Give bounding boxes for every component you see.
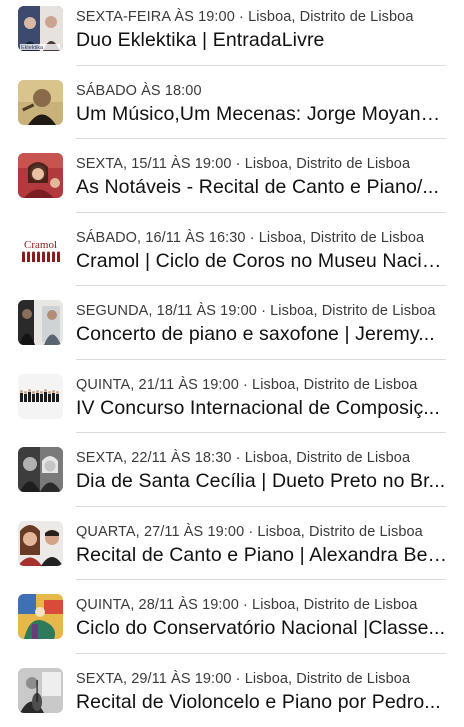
event-list: Eklektika SEXTA-FEIRA ÀS 19:00 · Lisboa,…: [0, 0, 464, 727]
cellist-photo-thumbnail[interactable]: [18, 668, 63, 713]
singer-portrait-thumbnail[interactable]: [18, 153, 63, 198]
event-title[interactable]: Ciclo do Conservatório Nacional |Classe.…: [76, 616, 448, 640]
event-title[interactable]: Concerto de piano e saxofone | Jeremy...: [76, 322, 448, 346]
event-date: QUINTA, 28/11 ÀS 19:00 · Lisboa, Distrit…: [76, 596, 448, 614]
event-date: SEXTA, 22/11 ÀS 18:30 · Lisboa, Distrito…: [76, 449, 448, 467]
event-title[interactable]: IV Concurso Internacional de Composiç...: [76, 396, 448, 420]
event-title[interactable]: Duo Eklektika | EntradaLivre: [76, 28, 448, 52]
event-date: QUARTA, 27/11 ÀS 19:00 · Lisboa, Distrit…: [76, 523, 448, 541]
event-item[interactable]: Cramol: [0, 213, 464, 287]
abstract-painting-thumbnail[interactable]: [18, 594, 63, 639]
event-title[interactable]: Recital de Violoncelo e Piano por Pedro.…: [76, 690, 448, 714]
event-title[interactable]: As Notáveis - Recital de Canto e Piano/.…: [76, 175, 448, 199]
event-date: SÁBADO, 16/11 ÀS 16:30 · Lisboa, Distrit…: [76, 229, 448, 247]
event-item[interactable]: SEGUNDA, 18/11 ÀS 19:00 · Lisboa, Distri…: [0, 286, 464, 360]
event-title[interactable]: Cramol | Ciclo de Coros no Museu Nacio..…: [76, 249, 448, 273]
duo-eklektika-thumbnail[interactable]: Eklektika: [18, 6, 63, 51]
event-item[interactable]: SEXTA, 29/11 ÀS 19:00 · Lisboa, Distrito…: [0, 654, 464, 727]
event-date: SEXTA, 29/11 ÀS 19:00 · Lisboa, Distrito…: [76, 670, 448, 688]
bw-duo-portrait-thumbnail[interactable]: [18, 447, 63, 492]
event-item[interactable]: SEXTA, 22/11 ÀS 18:30 · Lisboa, Distrito…: [0, 433, 464, 507]
ensemble-photo-thumbnail[interactable]: [18, 374, 63, 419]
couple-portrait-thumbnail[interactable]: [18, 521, 63, 566]
event-item[interactable]: QUINTA, 21/11 ÀS 19:00 · Lisboa, Distrit…: [0, 360, 464, 434]
event-date: SÁBADO ÀS 18:00: [76, 82, 448, 100]
event-title[interactable]: Um Músico,Um Mecenas: Jorge Moyano...: [76, 102, 448, 126]
event-item[interactable]: SEXTA, 15/11 ÀS 19:00 · Lisboa, Distrito…: [0, 139, 464, 213]
duo-photo-thumbnail[interactable]: [18, 300, 63, 345]
cramol-logo-thumbnail[interactable]: Cramol: [18, 227, 63, 272]
musician-portrait-thumbnail[interactable]: [18, 80, 63, 125]
event-date: SEGUNDA, 18/11 ÀS 19:00 · Lisboa, Distri…: [76, 302, 448, 320]
event-date: SEXTA, 15/11 ÀS 19:00 · Lisboa, Distrito…: [76, 155, 448, 173]
event-date: QUINTA, 21/11 ÀS 19:00 · Lisboa, Distrit…: [76, 376, 448, 394]
event-item[interactable]: SÁBADO ÀS 18:00 Um Músico,Um Mecenas: Jo…: [0, 66, 464, 140]
thumb-text: Cramol: [24, 239, 57, 251]
event-item[interactable]: Eklektika SEXTA-FEIRA ÀS 19:00 · Lisboa,…: [0, 0, 464, 66]
event-title[interactable]: Recital de Canto e Piano | Alexandra Ber…: [76, 543, 448, 567]
thumb-text: Eklektika: [21, 45, 44, 51]
event-item[interactable]: QUARTA, 27/11 ÀS 19:00 · Lisboa, Distrit…: [0, 507, 464, 581]
event-item[interactable]: QUINTA, 28/11 ÀS 19:00 · Lisboa, Distrit…: [0, 580, 464, 654]
event-date: SEXTA-FEIRA ÀS 19:00 · Lisboa, Distrito …: [76, 8, 448, 26]
event-title[interactable]: Dia de Santa Cecília | Dueto Preto no Br…: [76, 469, 448, 493]
